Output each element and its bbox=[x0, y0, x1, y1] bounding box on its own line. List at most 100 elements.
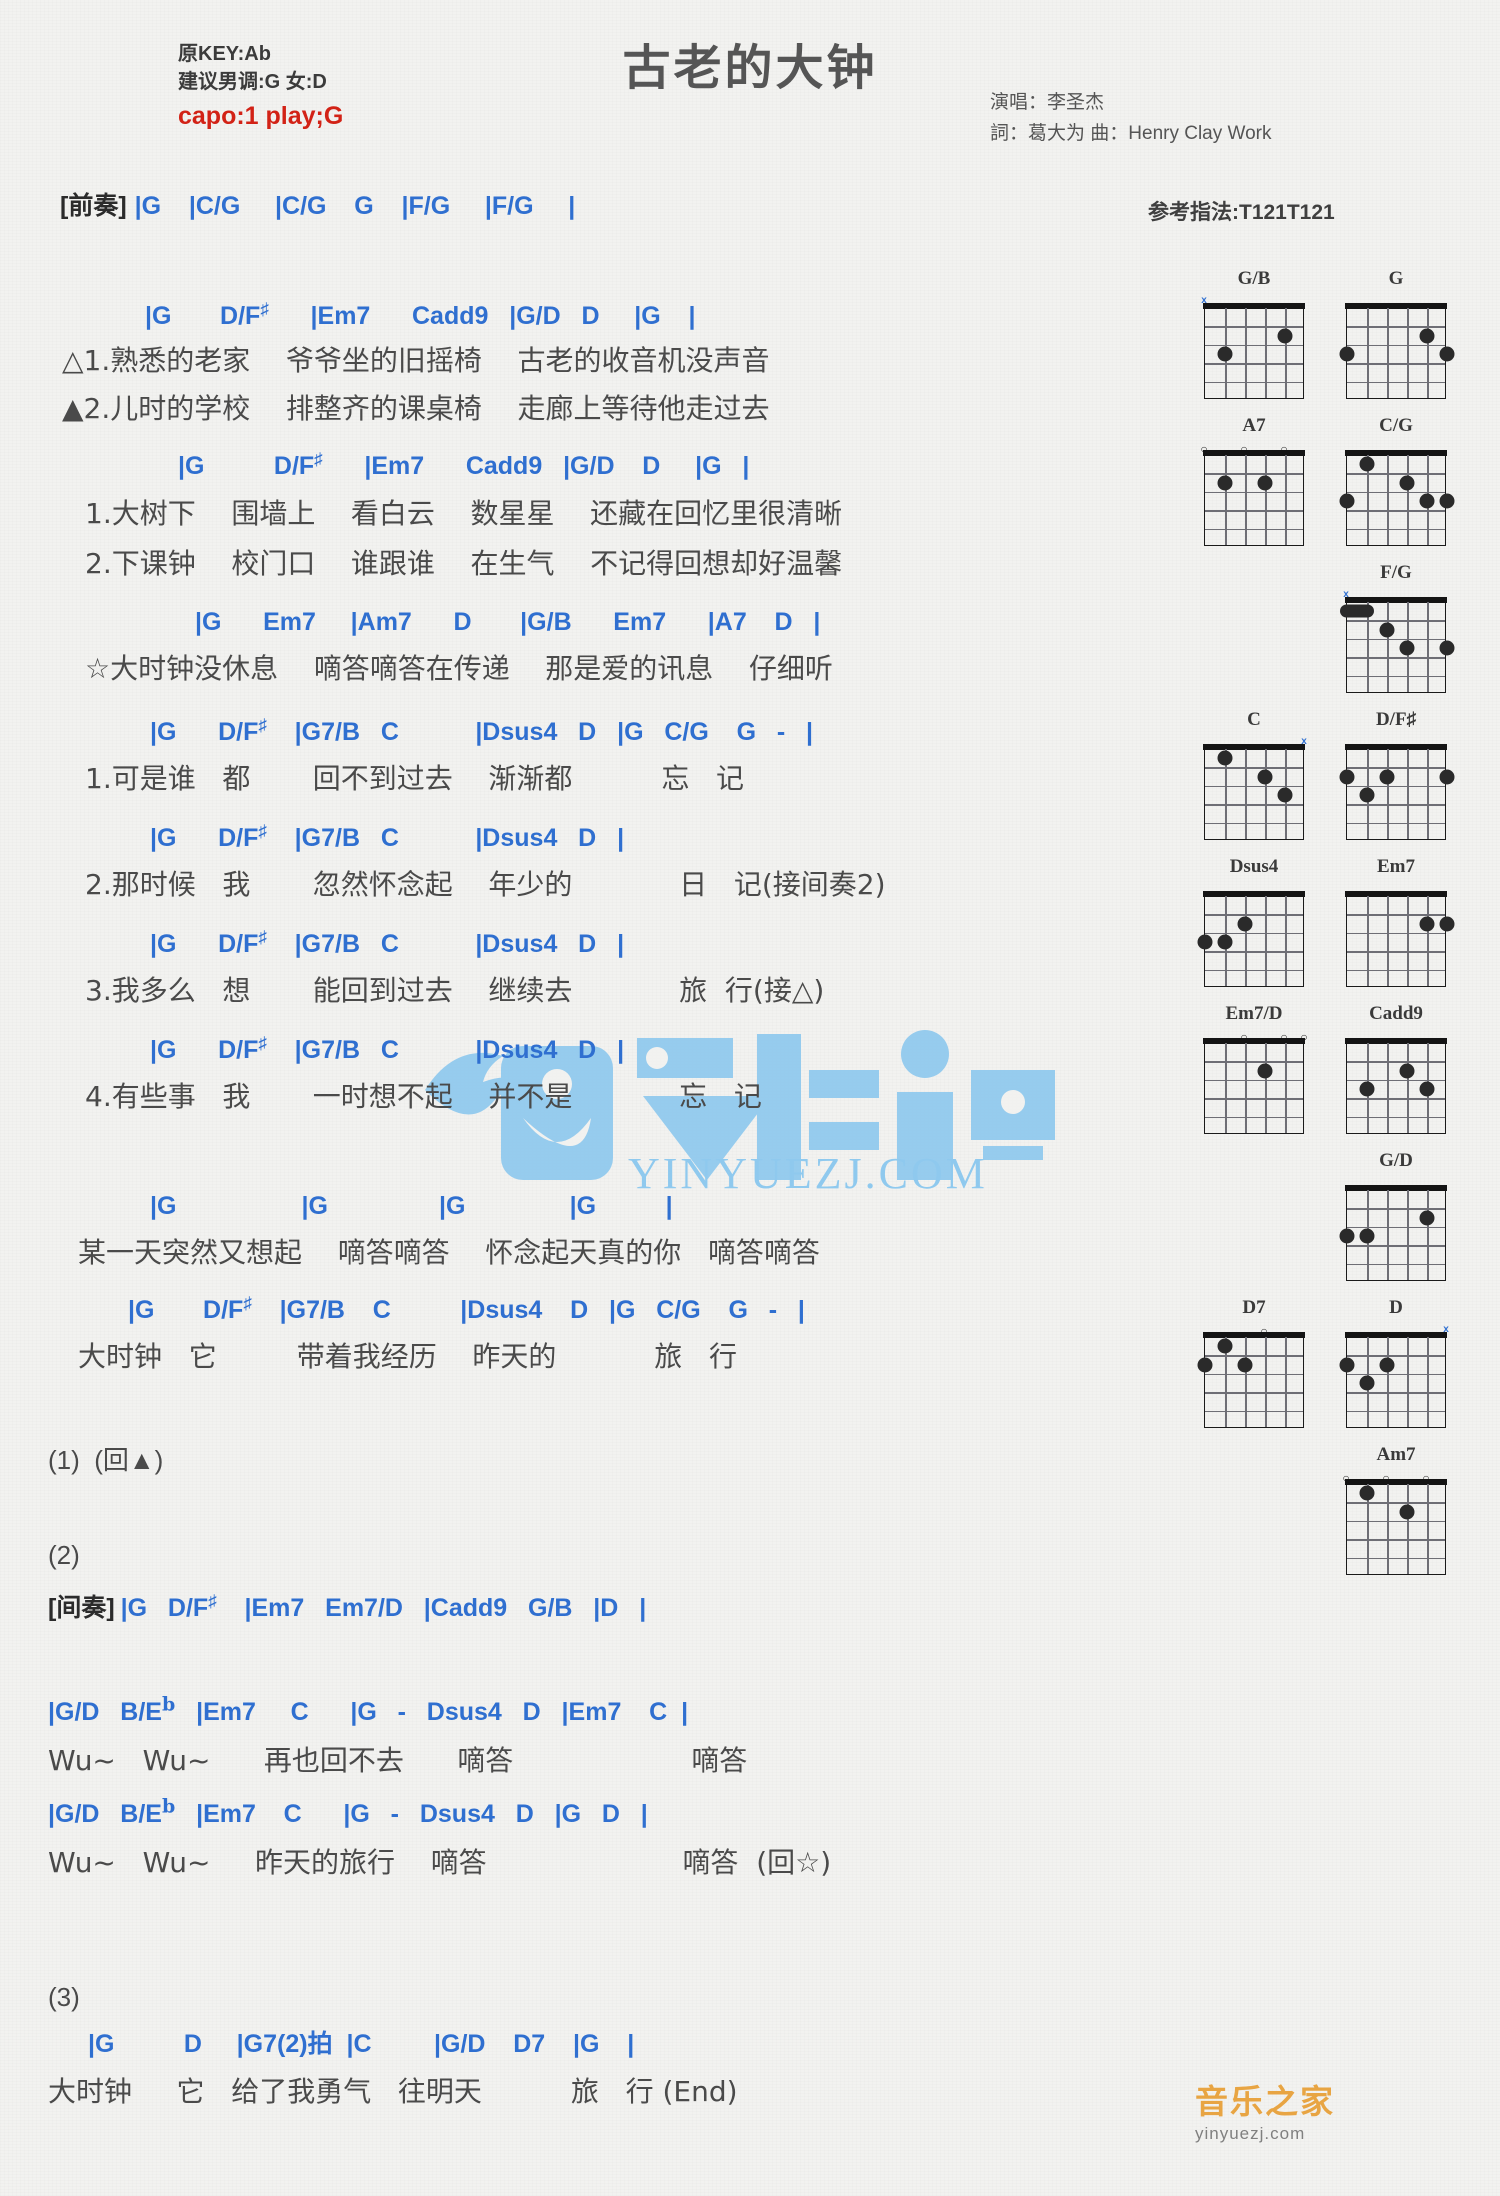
chord-finger-dot bbox=[1359, 1485, 1375, 1501]
chord-fretboard bbox=[1345, 891, 1455, 987]
chord-finger-dot bbox=[1419, 1210, 1435, 1226]
ending-chords: |G D |G7(2)拍 |C |G/D D7 |G | bbox=[88, 2030, 635, 2058]
chord-diagram-g: G bbox=[1337, 268, 1455, 399]
bridge-3-chords: |G D/F♯ |G7/B C |Dsus4 D | bbox=[150, 927, 625, 958]
chord-diagram-name: D/F♯ bbox=[1375, 709, 1417, 730]
chord-diagram-name: Em7/D bbox=[1225, 1003, 1283, 1024]
chord-finger-dot bbox=[1339, 346, 1355, 362]
verse-b-lyric-1: 1.大树下 围墙上 看白云 数星星 还藏在回忆里很清晰 bbox=[85, 497, 843, 530]
header-credits: 演唱：李圣杰 詞：葛大为 曲：Henry Clay Work bbox=[990, 88, 1272, 150]
interlude-chords: |G D/F♯ |Em7 Em7/D |Cadd9 G/B |D | bbox=[120, 1591, 647, 1622]
chord-diagram-g-d: G/D bbox=[1337, 1150, 1455, 1281]
chord-diagram-cadd9: Cadd9 bbox=[1337, 1003, 1455, 1134]
chord-finger-dot bbox=[1257, 769, 1273, 785]
chord-finger-dot bbox=[1237, 916, 1253, 932]
singer-text: 演唱：李圣杰 bbox=[990, 92, 1105, 113]
chord-fretboard bbox=[1345, 1038, 1447, 1134]
chord-fretboard bbox=[1203, 1038, 1305, 1134]
intro-chords: |G |C/G |C/G G |F/G |F/G | bbox=[134, 192, 576, 220]
clock-line-chords: |G D/F♯ |G7/B C |Dsus4 D |G C/G G - | bbox=[128, 1293, 805, 1324]
brand-watermark-cn: 音乐之家 bbox=[1195, 2082, 1335, 2121]
chord-finger-dot bbox=[1339, 769, 1355, 785]
chord-finger-dot bbox=[1217, 346, 1233, 362]
verse-b-chords: |G D/F♯ |Em7 Cadd9 |G/D D |G | bbox=[178, 449, 750, 480]
chord-diagram-f-g: F/G x bbox=[1337, 562, 1455, 693]
chord-finger-dot bbox=[1359, 1375, 1375, 1391]
chord-finger-dot bbox=[1339, 1228, 1355, 1244]
chord-diagram-row: Cx D/F♯ bbox=[1195, 709, 1495, 840]
chord-finger-dot bbox=[1419, 493, 1435, 509]
tick-lyric: 某一天突然又想起 嘀答嘀答 怀念起天真的你 嘀答嘀答 bbox=[78, 1236, 820, 1269]
chord-diagram-d-f-: D/F♯ bbox=[1337, 709, 1455, 840]
bridge-1-lyric: 1.可是谁 都 回不到过去 渐渐都 忘 记 bbox=[85, 762, 745, 795]
chord-diagram-name: C bbox=[1247, 709, 1261, 730]
clock-line-lyric: 大时钟 它 带着我经历 昨天的 旅 行 bbox=[78, 1340, 738, 1373]
brand-watermark-en: yinyuezj.com bbox=[1195, 2124, 1306, 2143]
chord-diagram-name: Em7 bbox=[1377, 856, 1415, 877]
chord-diagram-dsus4: Dsus4 bbox=[1195, 856, 1313, 987]
chord-diagram-row: G/D bbox=[1195, 1150, 1495, 1281]
bridge-2-lyric: 2.那时候 我 忽然怀念起 年少的 日 记(接间奏2) bbox=[85, 868, 886, 901]
repeat-marker-2: (2) bbox=[48, 1540, 80, 1570]
chord-finger-dot bbox=[1439, 493, 1455, 509]
chord-fretboard bbox=[1345, 1479, 1447, 1575]
chord-diagram-name: C/G bbox=[1379, 415, 1413, 436]
brand-watermark: 音乐之家 yinyuezj.com bbox=[1195, 2075, 1335, 2144]
repeat-marker-1: (1) (回▲) bbox=[48, 1445, 164, 1475]
chord-diagram-d7: D7 ○ bbox=[1195, 1297, 1313, 1428]
ending-lyric: 大时钟 它 给了我勇气 往明天 旅 行 (End) bbox=[48, 2075, 738, 2108]
chord-finger-dot bbox=[1439, 346, 1455, 362]
tick-chords: |G |G |G |G | bbox=[150, 1192, 673, 1220]
chord-fretboard bbox=[1339, 450, 1455, 546]
chord-finger-dot bbox=[1277, 787, 1293, 803]
chord-finger-dot bbox=[1277, 328, 1293, 344]
chord-finger-dot bbox=[1359, 787, 1375, 803]
bridge-3-lyric: 3.我多么 想 能回到过去 继续去 旅 行(接△) bbox=[85, 974, 825, 1007]
chord-diagram-row: D7 ○ Dx bbox=[1195, 1297, 1495, 1428]
chord-diagram-name: Dsus4 bbox=[1229, 856, 1279, 877]
chord-fretboard bbox=[1197, 891, 1305, 987]
chord-diagram-name: D7 bbox=[1242, 1297, 1266, 1318]
interlude-label: [间奏] bbox=[48, 1594, 115, 1622]
chord-diagram-name: Cadd9 bbox=[1369, 1003, 1423, 1024]
chord-finger-dot bbox=[1399, 1063, 1415, 1079]
chord-diagram-name: Am7 bbox=[1376, 1444, 1416, 1465]
chord-diagram-a7: A7 ○ ○ ○ bbox=[1195, 415, 1313, 546]
chord-diagram-c-g: C/G bbox=[1337, 415, 1455, 546]
chord-finger-dot bbox=[1419, 916, 1435, 932]
chord-diagram-panel: G/B x G A7 ○ ○ ○ C/G F/G x Cx D/F♯ Dsus4 Em7 Em7/D ○ ○ ○ C… bbox=[1195, 268, 1495, 1591]
bridge-4-lyric: 4.有些事 我 一时想不起 并不是 忘 记 bbox=[85, 1080, 762, 1113]
chord-diagram-row: Dsus4 Em7 bbox=[1195, 856, 1495, 987]
verse-a-lyric-1: △1.熟悉的老家 爷爷坐的旧摇椅 古老的收音机没声音 bbox=[62, 344, 770, 377]
chord-finger-dot bbox=[1359, 1228, 1375, 1244]
wu-1-lyric: Wu~ Wu~ 再也回不去 嘀答 嘀答 bbox=[48, 1744, 748, 1777]
chord-diagram-row: A7 ○ ○ ○ C/G bbox=[1195, 415, 1495, 546]
chord-finger-dot bbox=[1257, 1063, 1273, 1079]
chord-fretboard bbox=[1203, 450, 1305, 546]
chord-diagram-em7-d: Em7/D ○ ○ ○ bbox=[1195, 1003, 1313, 1134]
chord-fretboard bbox=[1339, 744, 1455, 840]
chord-finger-dot bbox=[1399, 640, 1415, 656]
chord-finger-dot bbox=[1197, 1357, 1213, 1373]
bridge-2-chords: |G D/F♯ |G7/B C |Dsus4 D | bbox=[150, 821, 625, 852]
chord-diagram-row: Em7/D ○ ○ ○ Cadd9 bbox=[1195, 1003, 1495, 1134]
chord-diagram-name: G/D bbox=[1379, 1150, 1413, 1171]
chord-finger-dot bbox=[1439, 640, 1455, 656]
capo-text: capo:1 play;G bbox=[178, 101, 344, 130]
chord-fretboard bbox=[1339, 1185, 1447, 1281]
chord-diagram-row: F/G x bbox=[1195, 562, 1495, 693]
wu-2-lyric: Wu~ Wu~ 昨天的旅行 嘀答 嘀答 (回☆) bbox=[48, 1846, 832, 1879]
chorus-lyric: ☆大时钟没休息 嘀答嘀答在传递 那是爱的讯息 仔细听 bbox=[85, 652, 833, 685]
chord-fretboard bbox=[1197, 1332, 1305, 1428]
chord-finger-dot bbox=[1399, 1504, 1415, 1520]
chord-diagram-row: Am7 ○ ○ ○ bbox=[1195, 1444, 1495, 1575]
chord-diagram-name: G/B bbox=[1237, 268, 1271, 289]
intro-label: [前奏] bbox=[60, 192, 127, 220]
chord-diagram-name: G bbox=[1388, 268, 1404, 289]
chord-finger-dot bbox=[1419, 328, 1435, 344]
chord-diagram-row: G/B x G bbox=[1195, 268, 1495, 399]
chord-finger-dot bbox=[1257, 475, 1273, 491]
bridge-1-chords: |G D/F♯ |G7/B C |Dsus4 D |G C/G G - | bbox=[150, 715, 814, 746]
chord-fretboard bbox=[1203, 744, 1305, 840]
chord-finger-dot bbox=[1379, 769, 1395, 785]
